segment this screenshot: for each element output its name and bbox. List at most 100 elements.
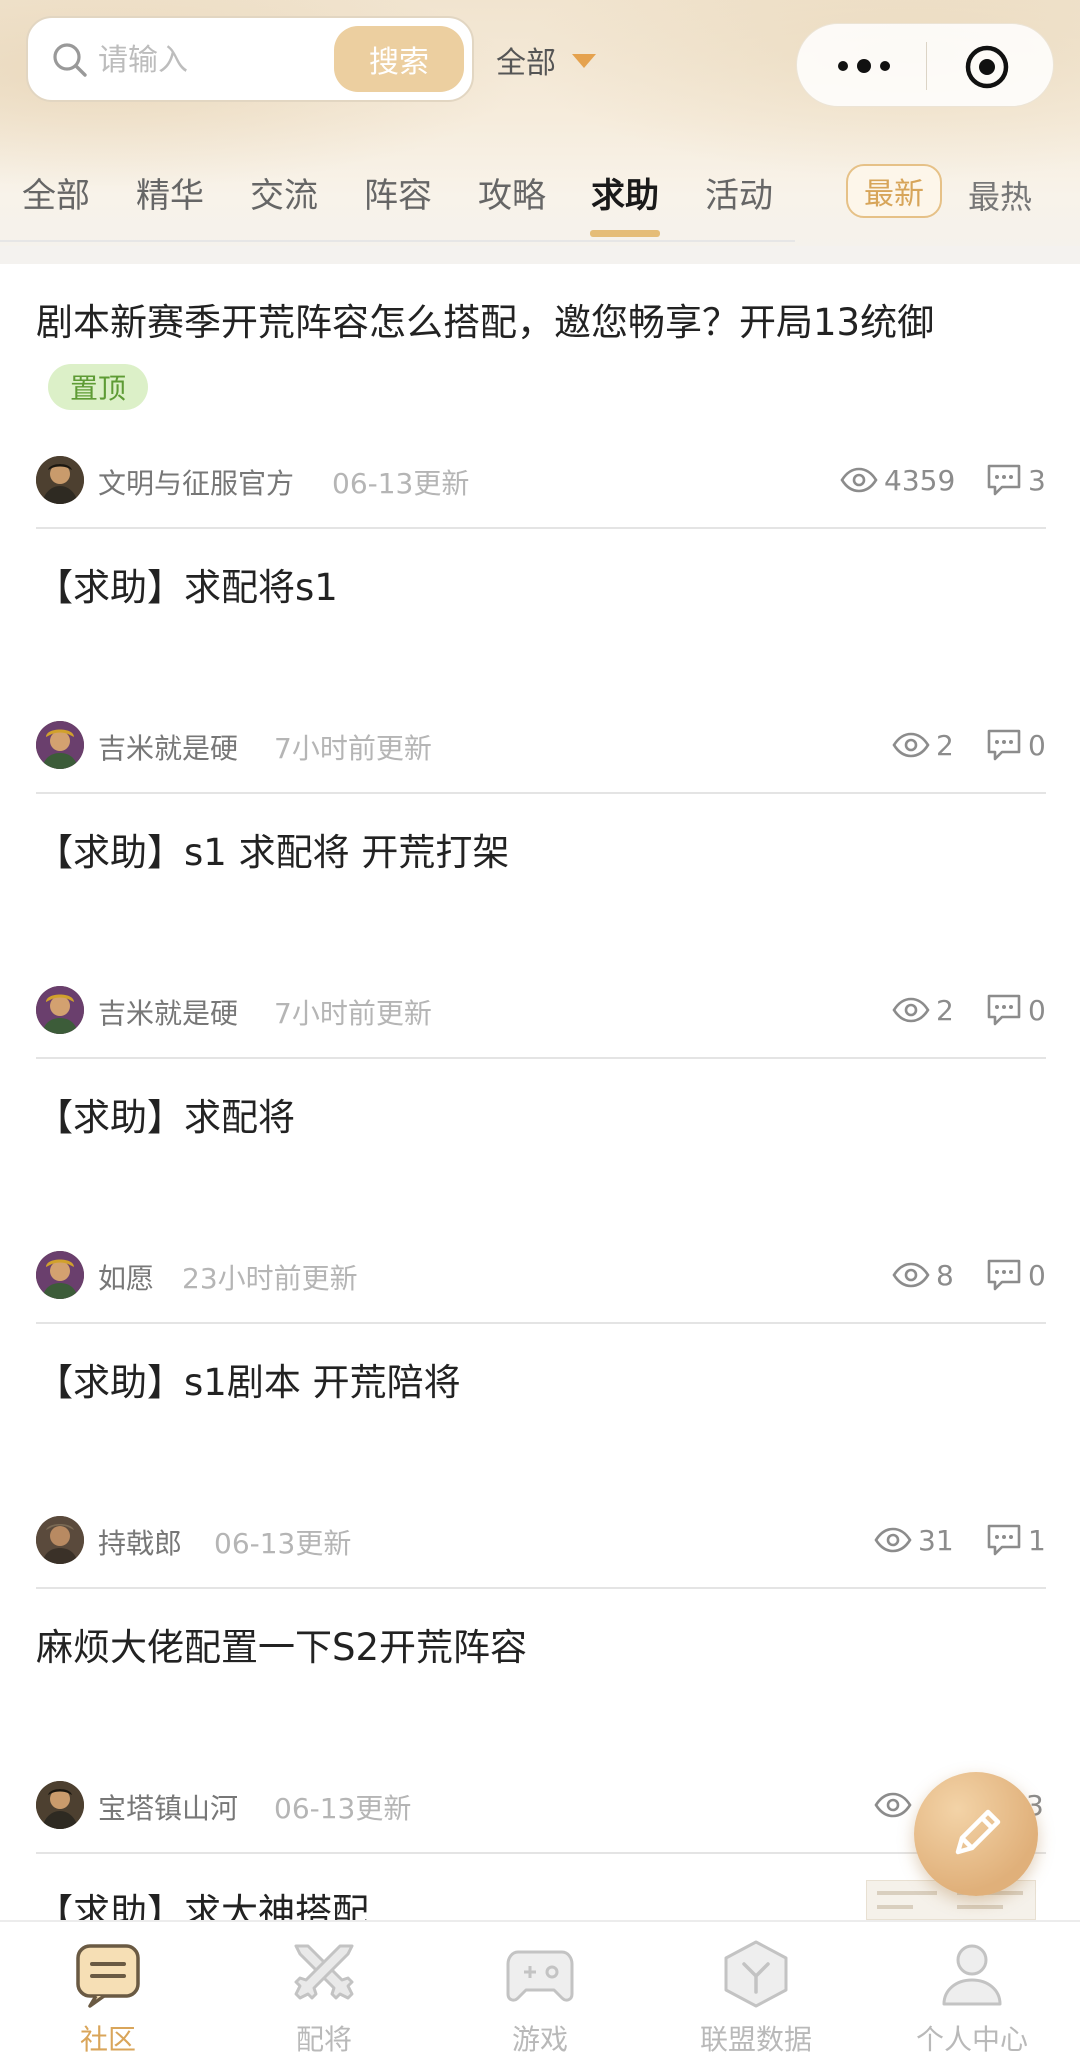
avatar[interactable] bbox=[36, 1251, 84, 1299]
tab-all[interactable]: 全部 bbox=[22, 168, 90, 228]
eye-icon bbox=[840, 467, 878, 493]
view-count-value: 2 bbox=[936, 993, 954, 1027]
avatar[interactable] bbox=[36, 986, 84, 1034]
app-page: 搜索 全部 全部 精华 交流 阵容 攻略 求助 活动 最新 最热 剧 bbox=[0, 0, 1080, 2069]
close-miniprogram-icon[interactable] bbox=[964, 44, 1010, 90]
tab-events[interactable]: 活动 bbox=[705, 168, 773, 228]
post-item[interactable]: 【求助】求配将 如愿 23小时前更新 8 0 bbox=[0, 1059, 1080, 1324]
crossed-swords-icon bbox=[294, 1944, 354, 2000]
post-title[interactable]: 【求助】s1剧本 开荒陪将 bbox=[36, 1352, 1046, 1406]
eye-icon bbox=[892, 732, 930, 758]
tab-discussion[interactable]: 交流 bbox=[250, 168, 318, 228]
view-count: 8 bbox=[892, 1255, 954, 1295]
avatar[interactable] bbox=[36, 721, 84, 769]
post-title[interactable]: 【求助】s1 求配将 开荒打架 bbox=[36, 822, 1046, 876]
search-icon bbox=[53, 43, 87, 77]
user-icon bbox=[942, 1944, 1002, 2006]
post-title[interactable]: 剧本新赛季开荒阵容怎么搭配，邀您畅享？开局13统御 bbox=[36, 292, 1046, 346]
miniprogram-capsule bbox=[796, 23, 1054, 107]
active-tab-indicator bbox=[590, 230, 660, 237]
view-count-value: 8 bbox=[936, 1258, 954, 1292]
post-item[interactable]: 【求助】s1 求配将 开荒打架 吉米就是硬 7小时前更新 2 0 bbox=[0, 794, 1080, 1059]
post-meta: 如愿 23小时前更新 8 0 bbox=[36, 1249, 1046, 1301]
author-name[interactable]: 文明与征服官方 bbox=[98, 462, 294, 502]
comment-icon bbox=[987, 1524, 1021, 1556]
nav-games-label: 游戏 bbox=[511, 2023, 568, 2056]
scope-dropdown-label: 全部 bbox=[496, 46, 556, 81]
eye-icon bbox=[892, 997, 930, 1023]
author-name[interactable]: 持戟郎 bbox=[98, 1522, 182, 1562]
view-count: 2 bbox=[892, 725, 954, 765]
eye-icon bbox=[874, 1792, 912, 1818]
nav-generals[interactable]: 配将 bbox=[216, 1922, 432, 2069]
view-count bbox=[874, 1785, 918, 1825]
comment-count: 0 bbox=[986, 725, 1046, 765]
compose-post-button[interactable] bbox=[914, 1772, 1038, 1896]
nav-profile[interactable]: 个人中心 bbox=[864, 1922, 1080, 2069]
search-bar[interactable]: 搜索 bbox=[26, 16, 474, 102]
comment-count: 3 bbox=[986, 460, 1046, 500]
updated-time: 06-13更新 bbox=[274, 1792, 412, 1825]
post-title[interactable]: 【求助】求配将s1 bbox=[36, 557, 1046, 611]
comment-icon bbox=[987, 464, 1021, 496]
search-button[interactable]: 搜索 bbox=[334, 26, 464, 92]
view-count: 31 bbox=[874, 1520, 954, 1560]
author-name[interactable]: 吉米就是硬 bbox=[98, 992, 238, 1032]
nav-profile-label: 个人中心 bbox=[915, 2023, 1028, 2056]
view-count-value: 2 bbox=[936, 728, 954, 762]
tab-help[interactable]: 求助 bbox=[591, 168, 659, 228]
nav-community[interactable]: 社区 bbox=[0, 1922, 216, 2069]
section-gap bbox=[0, 246, 1080, 264]
post-meta: 持戟郎 06-13更新 31 1 bbox=[36, 1514, 1046, 1566]
post-item[interactable]: 【求助】s1剧本 开荒陪将 持戟郎 06-13更新 31 1 bbox=[0, 1324, 1080, 1589]
comment-icon bbox=[987, 1259, 1021, 1291]
eye-icon bbox=[892, 1262, 930, 1288]
capsule-divider bbox=[926, 42, 927, 90]
post-meta: 宝塔镇山河 06-13更新 3 bbox=[36, 1779, 1046, 1831]
post-title[interactable]: 【求助】求配将 bbox=[36, 1087, 1046, 1141]
eye-icon bbox=[874, 1527, 912, 1553]
sort-hot-button[interactable]: 最热 bbox=[968, 172, 1032, 218]
tab-lineup[interactable]: 阵容 bbox=[364, 168, 432, 228]
author-name[interactable]: 吉米就是硬 bbox=[98, 727, 238, 767]
sort-latest-button[interactable]: 最新 bbox=[846, 164, 942, 218]
nav-generals-label: 配将 bbox=[295, 2023, 352, 2056]
comment-count: 1 bbox=[986, 1520, 1046, 1560]
avatar[interactable] bbox=[36, 456, 84, 504]
post-meta: 吉米就是硬 7小时前更新 2 0 bbox=[36, 984, 1046, 1036]
post-item[interactable]: 剧本新赛季开荒阵容怎么搭配，邀您畅享？开局13统御 置顶 文明与征服官方 06-… bbox=[0, 264, 1080, 529]
updated-time: 06-13更新 bbox=[214, 1527, 352, 1560]
author-name[interactable]: 宝塔镇山河 bbox=[98, 1787, 238, 1827]
caret-down-icon bbox=[572, 54, 596, 68]
tab-guide[interactable]: 攻略 bbox=[478, 168, 546, 228]
post-item[interactable]: 【求助】求配将s1 吉米就是硬 7小时前更新 2 0 bbox=[0, 529, 1080, 794]
view-count-value: 31 bbox=[918, 1523, 954, 1557]
updated-time: 23小时前更新 bbox=[182, 1262, 358, 1295]
comment-count-value: 3 bbox=[1028, 463, 1046, 497]
tab-featured[interactable]: 精华 bbox=[136, 168, 204, 228]
comment-icon bbox=[987, 994, 1021, 1026]
search-input[interactable] bbox=[98, 38, 348, 82]
nav-games[interactable]: 游戏 bbox=[432, 1922, 648, 2069]
avatar[interactable] bbox=[36, 1781, 84, 1829]
view-count: 4359 bbox=[840, 460, 955, 500]
nav-alliance-data-label: 联盟数据 bbox=[699, 2023, 812, 2056]
pencil-icon bbox=[955, 1809, 1001, 1855]
alliance-data-icon bbox=[724, 1940, 788, 2008]
author-name[interactable]: 如愿 bbox=[98, 1257, 154, 1297]
more-options-icon[interactable] bbox=[835, 54, 893, 78]
scope-dropdown[interactable]: 全部 bbox=[496, 36, 596, 84]
pinned-badge: 置顶 bbox=[48, 364, 148, 410]
view-count: 2 bbox=[892, 990, 954, 1030]
nav-community-label: 社区 bbox=[79, 2023, 136, 2056]
comment-icon bbox=[987, 729, 1021, 761]
post-meta: 吉米就是硬 7小时前更新 2 0 bbox=[36, 719, 1046, 771]
updated-time: 7小时前更新 bbox=[274, 732, 432, 765]
post-title[interactable]: 麻烦大佬配置一下S2开荒阵容 bbox=[36, 1617, 1046, 1671]
avatar[interactable] bbox=[36, 1516, 84, 1564]
post-list: 剧本新赛季开荒阵容怎么搭配，邀您畅享？开局13统御 置顶 文明与征服官方 06-… bbox=[0, 264, 1080, 1920]
comment-count: 0 bbox=[986, 1255, 1046, 1295]
nav-alliance-data[interactable]: 联盟数据 bbox=[648, 1922, 864, 2069]
tabs-divider bbox=[0, 240, 795, 242]
bottom-navigation: 社区 配将 游戏 联盟数据 个人中心 bbox=[0, 1920, 1080, 2069]
